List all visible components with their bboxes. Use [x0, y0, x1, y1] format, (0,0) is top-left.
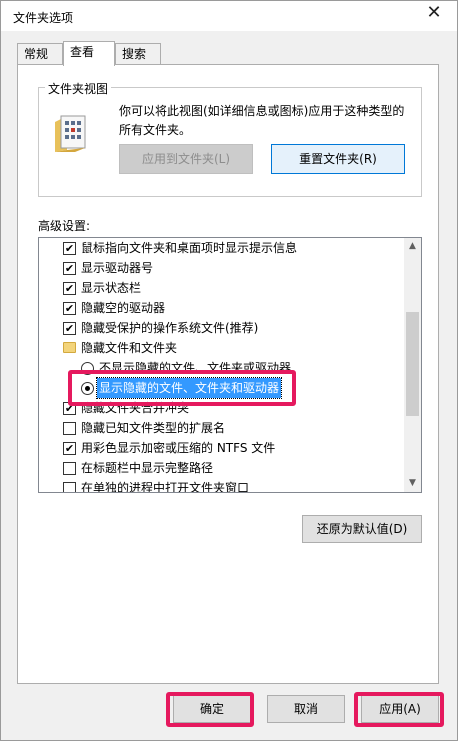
radio-selected[interactable] [81, 382, 94, 395]
restore-defaults-button[interactable]: 还原为默认值(D) [302, 515, 422, 543]
checkbox-checked[interactable]: ✔ [63, 262, 76, 275]
list-item[interactable]: 隐藏已知文件类型的扩展名 [39, 418, 405, 438]
scroll-down-arrow-icon[interactable]: ▼ [404, 475, 421, 492]
list-item[interactable]: ✔ 隐藏受保护的操作系统文件(推荐) [39, 318, 405, 338]
cancel-button[interactable]: 取消 [267, 695, 345, 723]
tab-view[interactable]: 查看 [63, 41, 115, 66]
checkbox-unchecked[interactable] [63, 462, 76, 475]
list-item[interactable]: 在单独的进程中打开文件夹窗口 [39, 478, 405, 493]
list-item[interactable]: ✔ 隐藏文件夹合并冲突 [39, 398, 405, 418]
list-item-label: 隐藏受保护的操作系统文件(推荐) [81, 321, 259, 335]
window-title: 文件夹选项 [13, 11, 74, 25]
tab-search[interactable]: 搜索 [115, 43, 161, 65]
folder-views-group: 文件夹视图 你可以将此视图(如详细信息或图标)应用于这种类型的所有文件夹。 应用… [38, 80, 422, 197]
checkbox-checked[interactable]: ✔ [63, 442, 76, 455]
list-item[interactable]: 不显示隐藏的文件、文件夹或驱动器 [39, 358, 405, 378]
list-item-label: 显示驱动器号 [81, 261, 154, 275]
list-item-label: 在单独的进程中打开文件夹窗口 [81, 481, 250, 493]
reset-folders-button[interactable]: 重置文件夹(R) [271, 144, 405, 174]
checkbox-checked[interactable]: ✔ [63, 282, 76, 295]
checkbox-checked[interactable]: ✔ [63, 242, 76, 255]
ok-button[interactable]: 确定 [173, 695, 251, 723]
list-item[interactable]: 显示隐藏的文件、文件夹和驱动器 [39, 377, 405, 399]
list-item-label: 鼠标指向文件夹和桌面项时显示提示信息 [81, 241, 298, 255]
list-item-label: 用彩色显示加密或压缩的 NTFS 文件 [81, 441, 276, 455]
list-item[interactable]: ✔ 隐藏空的驱动器 [39, 298, 405, 318]
list-item-label: 隐藏空的驱动器 [81, 301, 166, 315]
folder-views-title: 文件夹视图 [45, 80, 112, 97]
list-item-label: 在标题栏中显示完整路径 [81, 461, 214, 475]
list-item[interactable]: ✔ 显示驱动器号 [39, 258, 405, 278]
radio-unselected[interactable] [81, 362, 94, 375]
list-item-label: 隐藏已知文件类型的扩展名 [81, 421, 226, 435]
scroll-thumb[interactable] [406, 312, 419, 416]
folder-options-dialog: 文件夹选项 ✕ 常规 查看 搜索 文件夹视图 你可以将此视图(如详细信息或图标)… [0, 0, 458, 741]
list-item-label-selected: 显示隐藏的文件、文件夹和驱动器 [95, 377, 283, 399]
list-item-label: 不显示隐藏的文件、文件夹或驱动器 [99, 361, 292, 375]
advanced-settings-label: 高级设置: [38, 219, 91, 233]
list-item-label: 显示状态栏 [81, 281, 142, 295]
checkbox-checked[interactable]: ✔ [63, 402, 76, 415]
list-item[interactable]: ✔ 显示状态栏 [39, 278, 405, 298]
title-bar: 文件夹选项 ✕ [1, 1, 457, 31]
tab-general[interactable]: 常规 [17, 43, 63, 65]
checkbox-unchecked[interactable] [63, 422, 76, 435]
view-tab-panel: 文件夹视图 你可以将此视图(如详细信息或图标)应用于这种类型的所有文件夹。 应用… [17, 64, 439, 684]
list-item[interactable]: ✔ 鼠标指向文件夹和桌面项时显示提示信息 [39, 238, 405, 258]
apply-to-folders-button[interactable]: 应用到文件夹(L) [119, 144, 253, 174]
close-icon[interactable]: ✕ [419, 1, 449, 27]
list-item[interactable]: ✔ 用彩色显示加密或压缩的 NTFS 文件 [39, 438, 405, 458]
vertical-scrollbar[interactable]: ▲ ▼ [404, 238, 421, 492]
list-item[interactable]: 在标题栏中显示完整路径 [39, 458, 405, 478]
checkbox-checked[interactable]: ✔ [63, 302, 76, 315]
list-item-group: 隐藏文件和文件夹 [39, 338, 405, 358]
checkbox-checked[interactable]: ✔ [63, 322, 76, 335]
scroll-up-arrow-icon[interactable]: ▲ [404, 238, 421, 255]
apply-button[interactable]: 应用(A) [361, 695, 439, 723]
list-item-label: 隐藏文件和文件夹 [81, 341, 178, 355]
folder-grid-icon [55, 115, 86, 152]
folder-views-description: 你可以将此视图(如详细信息或图标)应用于这种类型的所有文件夹。 [119, 104, 405, 137]
footer-separator [1, 685, 457, 686]
checkbox-unchecked[interactable] [63, 482, 76, 492]
advanced-settings-list[interactable]: ✔ 鼠标指向文件夹和桌面项时显示提示信息 ✔ 显示驱动器号 ✔ 显示状态栏 ✔ … [38, 237, 422, 493]
list-item-label: 隐藏文件夹合并冲突 [81, 401, 190, 415]
folder-icon [63, 342, 76, 353]
